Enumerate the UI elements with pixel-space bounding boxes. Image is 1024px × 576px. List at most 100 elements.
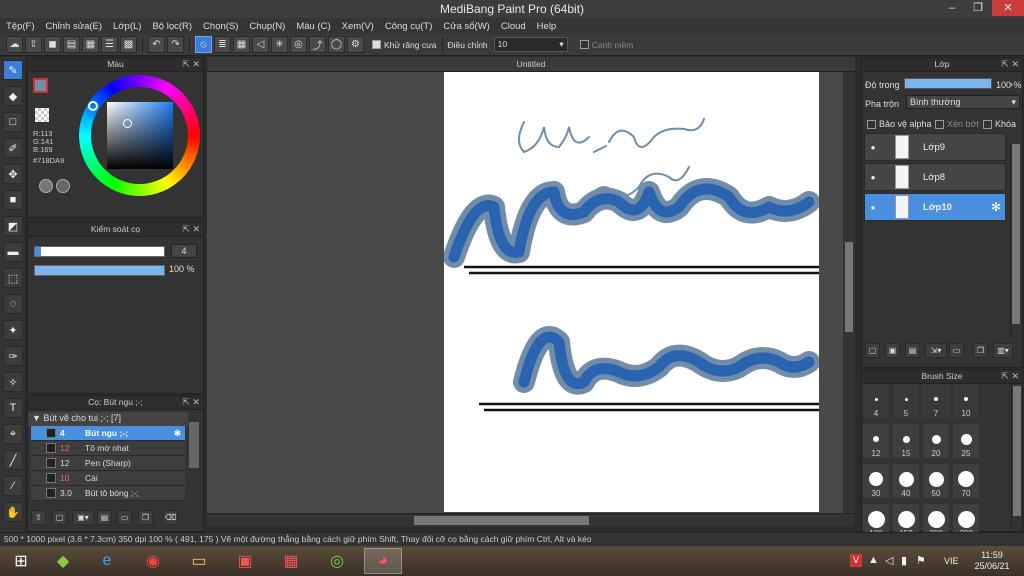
brush-size-option[interactable]: 50: [923, 464, 949, 498]
antialias-toggle[interactable]: Khử răng cưa: [372, 40, 437, 50]
lock-toggle[interactable]: Khóa: [983, 119, 1016, 129]
brush-size-option[interactable]: 4: [863, 384, 889, 418]
brush-size-scroll-thumb[interactable]: [1013, 386, 1021, 516]
panel-controls-icon[interactable]: ⇱ ✕: [182, 223, 200, 236]
hand-tool-icon[interactable]: ✋: [3, 502, 23, 522]
eye-icon[interactable]: ●: [865, 173, 881, 182]
v-app-icon[interactable]: V: [850, 554, 862, 567]
brush-size-option[interactable]: 12: [863, 424, 889, 458]
clock[interactable]: 11:59 25/06/21: [970, 550, 1014, 572]
hscroll-thumb[interactable]: [414, 516, 589, 525]
brush-tool-icon[interactable]: ✎: [3, 60, 23, 80]
panel-controls-icon[interactable]: ⇱ ✕: [182, 58, 200, 71]
layer-item[interactable]: ● Lớp9: [864, 133, 1006, 161]
radial-snap-icon[interactable]: ✳: [271, 36, 288, 53]
canvas-horizontal-scrollbar[interactable]: [207, 513, 855, 527]
new-layer-icon[interactable]: ▢: [865, 343, 880, 358]
gear-icon[interactable]: ✻: [991, 200, 1001, 214]
brush-item[interactable]: 3.0 Bút tô bóng ;-;: [31, 486, 185, 501]
divide-tool-icon[interactable]: ╱: [3, 450, 23, 470]
select-tool-icon[interactable]: ⬚: [3, 268, 23, 288]
layer-scroll-thumb[interactable]: [1012, 144, 1020, 324]
ellipse-snap-icon[interactable]: ◯: [328, 36, 345, 53]
antialias-checkbox[interactable]: [372, 40, 381, 49]
menu-filter[interactable]: Bộ lọc(R): [152, 21, 192, 32]
menu-select[interactable]: Chọn(S): [203, 21, 238, 32]
add-bitmap-brush-icon[interactable]: ▣▾: [72, 510, 94, 525]
text-tool-icon[interactable]: T: [3, 398, 23, 418]
select-eraser-tool-icon[interactable]: ✧: [3, 372, 23, 392]
fill-rect-tool-icon[interactable]: ■: [3, 190, 23, 210]
menu-snap[interactable]: Chụp(N): [249, 21, 285, 32]
protect-alpha-checkbox[interactable]: [867, 119, 876, 129]
brush-size-option[interactable]: 30: [863, 464, 889, 498]
menu-edit[interactable]: Chỉnh sửa(E): [46, 21, 103, 32]
app-grid-icon[interactable]: ▦: [272, 548, 310, 574]
lasso-tool-icon[interactable]: ◌: [3, 294, 23, 314]
dot-tool-icon[interactable]: ✐: [3, 138, 23, 158]
merge-layer-icon[interactable]: ▥▾: [993, 343, 1013, 358]
menu-tools[interactable]: Công cụ(T): [385, 21, 433, 32]
color-set-icon[interactable]: [39, 179, 53, 193]
menu-window[interactable]: Cửa sổ(W): [443, 21, 489, 32]
close-button[interactable]: ✕: [992, 0, 1024, 16]
trash-icon[interactable]: ⌫: [163, 510, 178, 525]
snap-soft-toggle[interactable]: Canh mềm: [579, 40, 633, 50]
new-8bit-layer-icon[interactable]: ▤: [905, 343, 920, 358]
clipping-checkbox[interactable]: [935, 119, 944, 129]
layer-folder-icon[interactable]: ▭: [949, 343, 964, 358]
new-brush-icon[interactable]: ▢: [52, 510, 67, 525]
chevron-right-icon[interactable]: ›: [1010, 79, 1013, 89]
eyedropper-tool-icon[interactable]: ⁄: [3, 476, 23, 496]
volume-icon[interactable]: ◁: [885, 554, 893, 567]
snap-soft-checkbox[interactable]: [579, 40, 589, 49]
doc-icon[interactable]: ▦: [82, 36, 99, 53]
bucket-tool-icon[interactable]: ◩: [3, 216, 23, 236]
select-pen-tool-icon[interactable]: ✑: [3, 346, 23, 366]
comment-icon[interactable]: ◼: [44, 36, 61, 53]
brush-size-option[interactable]: 20: [923, 424, 949, 458]
adjust-dropdown[interactable]: 10 ▾: [493, 37, 568, 52]
chrome-icon[interactable]: ◉: [134, 548, 172, 574]
copy-icon[interactable]: ❐: [138, 510, 153, 525]
file-explorer-icon[interactable]: ▭: [180, 548, 218, 574]
document-tab[interactable]: Untitled: [207, 57, 855, 72]
brush-size-option[interactable]: 10: [953, 384, 979, 418]
menu-layer[interactable]: Lớp(L): [113, 21, 141, 32]
perspective-snap-icon[interactable]: ◁: [252, 36, 269, 53]
brush-size-option[interactable]: 70: [953, 464, 979, 498]
color-palette-icon[interactable]: [56, 179, 70, 193]
panel-controls-icon[interactable]: ⇱ ✕: [1001, 370, 1019, 383]
primary-color-swatch[interactable]: [33, 78, 48, 93]
medibang-icon[interactable]: ◕: [364, 548, 402, 574]
vscroll-thumb[interactable]: [845, 242, 853, 332]
brush-group[interactable]: ▼ Bút vẽ cho tui ;-; [7]: [28, 412, 188, 426]
flag-icon[interactable]: ⚑: [916, 554, 926, 567]
brush-size-option[interactable]: 40: [893, 464, 919, 498]
curve-snap-icon[interactable]: ⤴: [309, 36, 326, 53]
list-icon[interactable]: ☰: [101, 36, 118, 53]
sv-handle[interactable]: [123, 119, 132, 128]
layer-item[interactable]: ● Lớp8: [864, 163, 1006, 191]
settings-snap-icon[interactable]: ⚙: [347, 36, 364, 53]
tray-arrow-icon[interactable]: ▲: [868, 554, 879, 566]
layer-add-menu-icon[interactable]: ⇲▾: [925, 343, 947, 358]
brush-list-scrollbar[interactable]: [189, 422, 199, 468]
eye-icon[interactable]: ●: [865, 203, 881, 212]
eye-icon[interactable]: ●: [865, 143, 881, 152]
saturation-value-square[interactable]: [107, 102, 173, 169]
gradient-tool-icon[interactable]: ▬: [3, 242, 23, 262]
undo-icon[interactable]: ↶: [148, 36, 165, 53]
internet-explorer-icon[interactable]: e: [88, 548, 126, 574]
menu-help[interactable]: Help: [537, 21, 557, 32]
parallel-snap-icon[interactable]: ≣: [214, 36, 231, 53]
blend-dropdown[interactable]: Bình thường ▾: [906, 95, 1020, 109]
menu-file[interactable]: Tệp(F): [6, 21, 35, 32]
menu-cloud[interactable]: Cloud: [501, 21, 526, 32]
minimize-button[interactable]: –: [940, 0, 964, 16]
brush-size-value[interactable]: 4: [171, 244, 197, 258]
snap-off-icon[interactable]: ⦸: [195, 36, 212, 53]
layer-item[interactable]: ● Lớp10 ✻: [864, 193, 1006, 221]
brush-size-scrollbar[interactable]: [1011, 384, 1022, 530]
bluestacks-icon[interactable]: ◆: [44, 548, 82, 574]
